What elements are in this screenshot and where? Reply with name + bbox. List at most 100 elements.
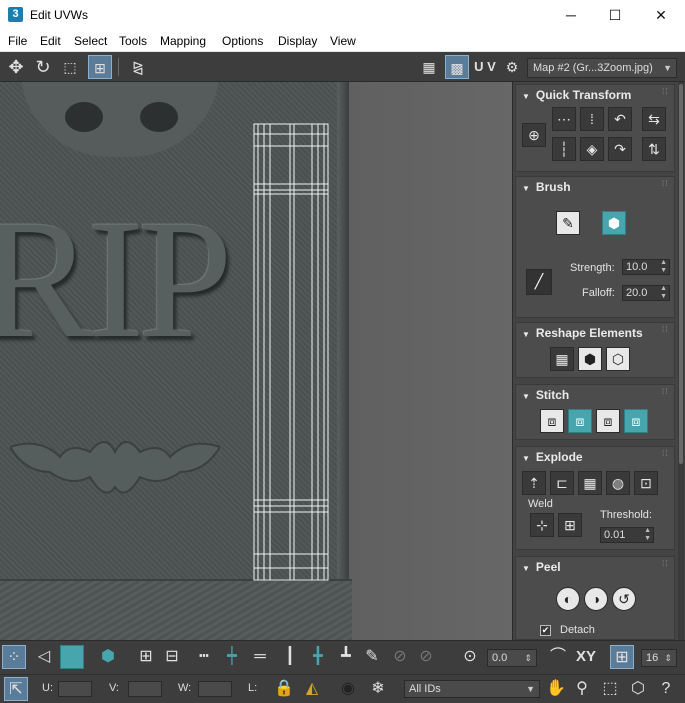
zoom-icon[interactable]: ⚲: [570, 677, 594, 701]
zoom-region-icon[interactable]: ⬚: [598, 677, 622, 701]
rollout-header-stitch[interactable]: ▼ Stitch: [516, 385, 674, 405]
vertex-select-icon[interactable]: ⁘: [2, 645, 26, 669]
freeze-icon[interactable]: ❄: [366, 677, 390, 701]
align-vertical-icon[interactable]: ⁞: [580, 107, 604, 131]
stitch-average-icon[interactable]: ⧈: [596, 409, 620, 433]
align-horizontal-icon[interactable]: ⋯: [552, 107, 576, 131]
rollout-header-peel[interactable]: ▼ Peel: [516, 557, 674, 577]
rollout-header-explode[interactable]: ▼ Explode: [516, 447, 674, 467]
stitch-custom-icon[interactable]: ⧈: [540, 409, 564, 433]
menu-edit[interactable]: Edit: [40, 34, 61, 48]
spinner-arrows-icon[interactable]: ▲ ▼: [644, 527, 651, 543]
relax-brush-icon[interactable]: ⬢: [602, 211, 626, 235]
relax-until-flat-icon[interactable]: ⬢: [578, 347, 602, 371]
align-to-edge-icon[interactable]: ┆: [552, 137, 576, 161]
drag-grip-icon[interactable]: ⁞⁞: [662, 180, 670, 190]
menu-file[interactable]: File: [8, 34, 27, 48]
element-select-icon[interactable]: ⬢: [96, 645, 120, 669]
ring-shrink-icon[interactable]: ╋: [306, 645, 330, 669]
absolute-offset-icon[interactable]: ⇱: [4, 677, 28, 701]
menu-tools[interactable]: Tools: [119, 34, 147, 48]
drag-grip-icon[interactable]: ⁞⁞: [662, 326, 670, 336]
freeform-icon[interactable]: ⊞: [88, 55, 112, 79]
uv-toggle-button[interactable]: U V: [473, 55, 497, 79]
paint-grow-icon[interactable]: ⊘: [388, 645, 412, 669]
grid-value-spinner[interactable]: 16 ⇕: [641, 649, 677, 667]
uv-viewport[interactable]: RIP: [0, 82, 512, 640]
hide-icon[interactable]: ◭: [300, 677, 324, 701]
spinner-arrows-icon[interactable]: ▲ ▼: [660, 259, 667, 275]
show-map-icon[interactable]: ▩: [445, 55, 469, 79]
edge-select-icon[interactable]: ◁: [32, 645, 56, 669]
xy-axis-button[interactable]: XY: [572, 645, 600, 669]
paint-shrink-icon[interactable]: ⊘: [414, 645, 438, 669]
drag-grip-icon[interactable]: ⁞⁞: [662, 88, 670, 98]
maximize-button[interactable]: ☐: [592, 4, 638, 26]
loop-select-icon[interactable]: ┅: [192, 645, 216, 669]
scale-icon[interactable]: ⬚: [58, 55, 82, 79]
threshold-spinner[interactable]: 0.01 ▲ ▼: [600, 527, 654, 543]
brush-falloff-icon[interactable]: ╱: [526, 269, 552, 295]
map-settings-icon[interactable]: ⚙: [500, 55, 524, 79]
break-icon[interactable]: ⇡: [522, 471, 546, 495]
polygon-select-icon[interactable]: [60, 645, 84, 669]
falloff-curve-icon[interactable]: ⌒: [546, 645, 570, 669]
rollout-header-reshape[interactable]: ▼ Reshape Elements: [516, 323, 674, 343]
weld-target-icon[interactable]: ⊞: [558, 513, 582, 537]
move-icon[interactable]: ✥: [4, 55, 28, 79]
flatten-by-material-icon[interactable]: ◍: [606, 471, 630, 495]
flatten-custom-icon[interactable]: ⊡: [634, 471, 658, 495]
help-icon[interactable]: ?: [654, 677, 678, 701]
falloff-spinner[interactable]: 20.0 ▲ ▼: [622, 285, 670, 301]
spinner-arrows-icon[interactable]: ▲ ▼: [660, 285, 667, 301]
drag-grip-icon[interactable]: ⁞⁞: [662, 560, 670, 570]
v-field[interactable]: [128, 681, 162, 697]
shrink-selection-icon[interactable]: ⊟: [160, 645, 184, 669]
rollout-header-quick-transform[interactable]: ▼ Quick Transform: [516, 85, 674, 105]
w-field[interactable]: [198, 681, 232, 697]
detach-checkbox[interactable]: ✔: [540, 625, 551, 636]
space-vertical-icon[interactable]: ⇅: [642, 137, 666, 161]
panel-scroll-thumb[interactable]: [679, 84, 683, 464]
reset-peel-icon[interactable]: ↺: [612, 587, 636, 611]
flatten-by-smoothing-icon[interactable]: ▦: [578, 471, 602, 495]
u-field[interactable]: [58, 681, 92, 697]
close-button[interactable]: ✕: [638, 4, 684, 26]
menu-view[interactable]: View: [330, 34, 356, 48]
detach-edge-icon[interactable]: ⊏: [550, 471, 574, 495]
stitch-to-target-icon[interactable]: ⧈: [568, 409, 592, 433]
drag-grip-icon[interactable]: ⁞⁞: [662, 450, 670, 460]
rotate-icon[interactable]: ↻: [31, 55, 55, 79]
loop-grow-icon[interactable]: ┿: [220, 645, 244, 669]
grow-selection-icon[interactable]: ⊞: [134, 645, 158, 669]
ring-grow-icon[interactable]: ┃: [278, 645, 302, 669]
menu-select[interactable]: Select: [74, 34, 107, 48]
menu-options[interactable]: Options: [222, 34, 263, 48]
minimize-button[interactable]: ─: [548, 4, 594, 26]
spinner-arrows-icon[interactable]: ⇕: [524, 650, 532, 666]
quick-peel-icon[interactable]: ◐: [556, 587, 580, 611]
menu-display[interactable]: Display: [278, 34, 317, 48]
rotate-ccw-icon[interactable]: ↶: [608, 107, 632, 131]
show-icon[interactable]: ◉: [336, 677, 360, 701]
ring-select-icon[interactable]: ═: [248, 645, 272, 669]
angle-spinner[interactable]: 0.0 ⇕: [487, 649, 537, 667]
straighten-selection-icon[interactable]: ▦: [550, 347, 574, 371]
paint-move-brush-icon[interactable]: ✎: [556, 211, 580, 235]
center-pivot-icon[interactable]: ⊕: [522, 123, 546, 147]
map-select[interactable]: Map #2 (Gr...3Zoom.jpg) ▼: [527, 58, 677, 78]
soft-selection-icon[interactable]: ⊙: [458, 645, 482, 669]
menu-mapping[interactable]: Mapping: [160, 34, 206, 48]
drag-grip-icon[interactable]: ⁞⁞: [662, 388, 670, 398]
peel-mode-icon[interactable]: ◑: [584, 587, 608, 611]
rollout-header-brush[interactable]: ▼ Brush: [516, 177, 674, 197]
grid-snap-icon[interactable]: ⊞: [610, 645, 634, 669]
space-horizontal-icon[interactable]: ⇆: [642, 107, 666, 131]
lock-icon[interactable]: 🔒: [272, 677, 296, 701]
point-to-point-icon[interactable]: ┻: [334, 645, 358, 669]
spinner-arrows-icon[interactable]: ⇕: [664, 650, 672, 666]
strength-spinner[interactable]: 10.0 ▲ ▼: [622, 259, 670, 275]
checker-pattern-icon[interactable]: ▦: [417, 55, 441, 79]
stitch-to-source-icon[interactable]: ⧈: [624, 409, 648, 433]
rotate-cw-icon[interactable]: ↷: [608, 137, 632, 161]
